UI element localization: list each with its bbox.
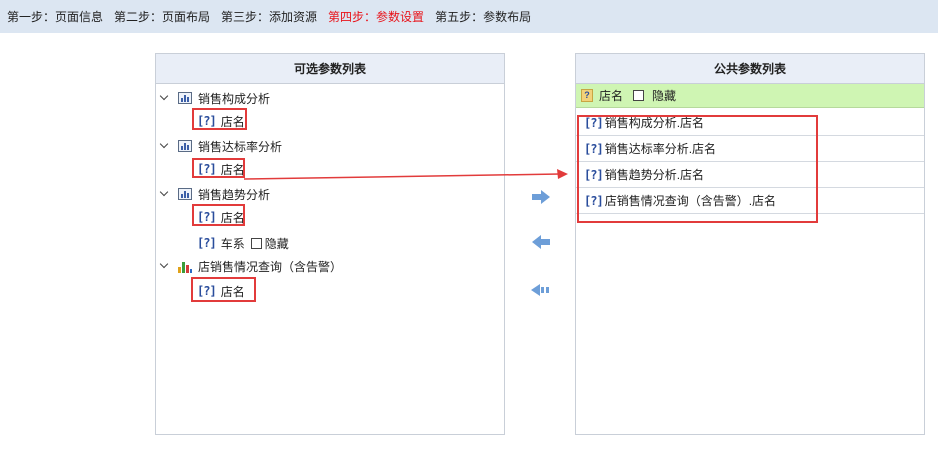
highlight-box [191,277,256,302]
step-4[interactable]: 第四步：参数设置 [328,8,424,25]
report-icon [178,188,192,200]
tree-node-report-1[interactable]: 销售构成分析 [160,89,270,107]
question-mark-icon: ? [581,89,593,102]
hide-checkbox[interactable] [633,90,645,101]
report-icon [178,92,192,104]
chevron-down-icon[interactable] [160,189,170,199]
wizard-steps: 第一步：页面信息 第二步：页面布局 第三步：添加资源 第四步：参数设置 第五步：… [0,0,938,33]
tree-param-item[interactable]: [?] 车系 隐藏 [197,234,289,252]
chevron-down-icon[interactable] [160,141,170,151]
report-name: 店销售情况查询（含告警） [198,259,343,274]
chevron-down-icon[interactable] [160,261,170,271]
highlight-box [192,108,247,130]
step-5[interactable]: 第五步：参数布局 [435,8,531,25]
report-name: 销售趋势分析 [198,187,271,202]
public-params-panel: 公共参数列表 ? 店名 隐藏 [?] 销售构成分析.店名 [?] 销售达标率分析… [575,53,925,435]
report-icon [178,140,192,152]
step-3[interactable]: 第三步：添加资源 [221,8,317,25]
tree-node-report-4[interactable]: 店销售情况查询（含告警） [160,257,342,275]
public-params-title: 公共参数列表 [576,54,924,84]
double-arrow-left-icon[interactable] [530,283,550,297]
hide-label: 隐藏 [652,89,677,103]
step-1[interactable]: 第一步：页面信息 [7,8,103,25]
highlight-box [192,204,245,226]
tree-node-report-3[interactable]: 销售趋势分析 [160,185,270,203]
chevron-down-icon[interactable] [160,93,170,103]
param-name: 车系 [220,236,245,251]
bar-chart-icon [178,260,192,273]
question-mark-icon: [?] [197,236,217,250]
selected-param-row[interactable]: ? 店名 隐藏 [576,84,924,108]
arrow-right-icon[interactable] [531,190,551,204]
report-name: 销售构成分析 [198,91,271,106]
highlight-box [577,115,818,223]
hide-checkbox[interactable] [250,237,262,249]
selected-param-name: 店名 [599,89,624,103]
report-name: 销售达标率分析 [198,139,283,154]
available-params-panel: 可选参数列表 销售构成分析 [?] 店名 销售达标率分析 [?] 店名 销售趋势 [155,53,505,435]
available-params-title: 可选参数列表 [156,54,504,84]
hide-label: 隐藏 [264,236,289,251]
step-2[interactable]: 第二步：页面布局 [114,8,210,25]
highlight-box [192,158,245,178]
tree-node-report-2[interactable]: 销售达标率分析 [160,137,282,155]
arrow-left-icon[interactable] [531,235,551,249]
